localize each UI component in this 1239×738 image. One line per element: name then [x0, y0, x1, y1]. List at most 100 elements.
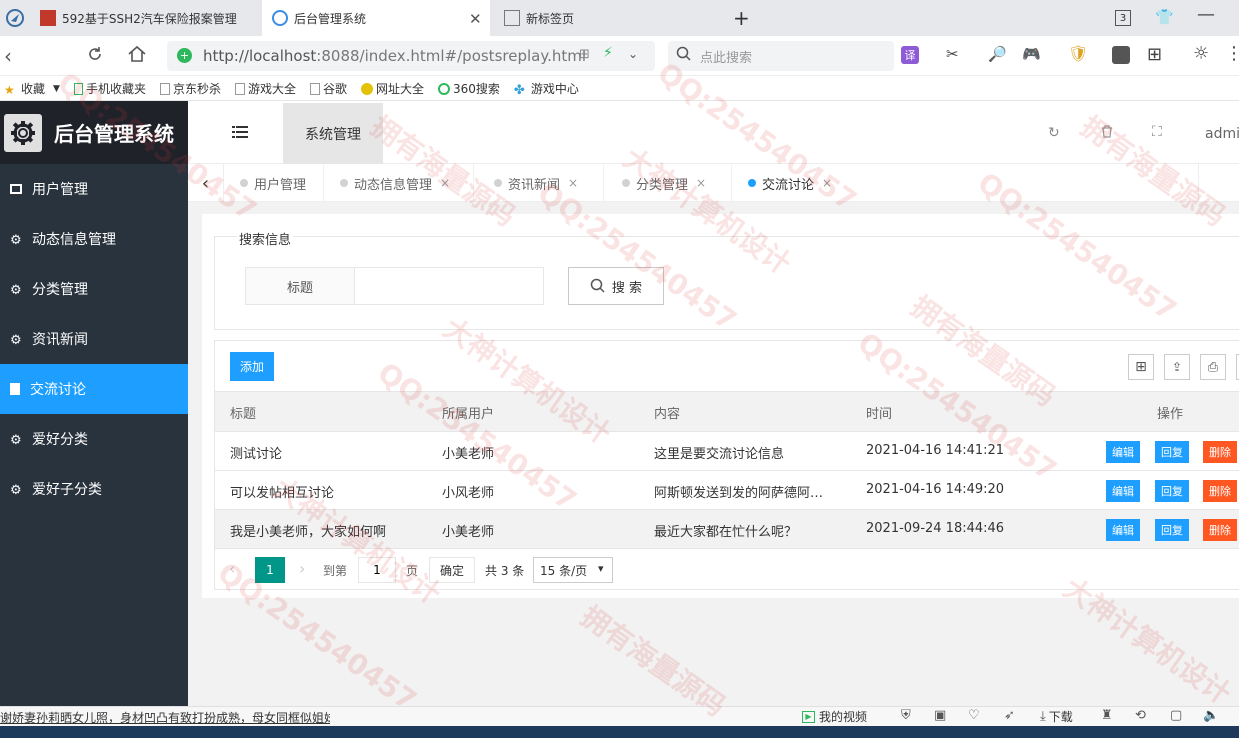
browser-search-box[interactable]: 点此搜索	[668, 41, 894, 71]
magnifier-tool-icon[interactable]: 🔎	[988, 45, 1007, 63]
sidebar-item-users[interactable]: 用户管理	[0, 164, 188, 214]
reply-button[interactable]: 回复	[1155, 519, 1189, 541]
tab-category[interactable]: 分类管理 ×	[606, 164, 732, 202]
delete-button[interactable]: 删除	[1203, 441, 1237, 463]
prev-page-icon[interactable]: ‹	[229, 559, 235, 578]
close-icon[interactable]: ×	[440, 176, 450, 190]
bookmark-favorites[interactable]: ★ 收藏 ▼	[4, 80, 60, 97]
tab-users[interactable]: 用户管理	[224, 164, 324, 202]
tab-discussion[interactable]: 交流讨论 ×	[734, 164, 860, 202]
trash-icon[interactable]	[1101, 125, 1113, 142]
new-tab-icon[interactable]: +	[733, 6, 750, 30]
home-icon[interactable]	[127, 45, 147, 67]
game-icon[interactable]: 🎮	[1022, 45, 1041, 63]
print-icon[interactable]: ⎙	[1200, 354, 1226, 380]
reply-button[interactable]: 回复	[1155, 441, 1189, 463]
rocket-icon[interactable]: ➶	[1004, 708, 1015, 723]
apps-grid-icon[interactable]: ⊞	[1147, 44, 1162, 65]
reload-icon[interactable]	[86, 45, 104, 67]
menu-toggle-icon[interactable]	[232, 126, 248, 142]
brightness-icon[interactable]: ☼	[1193, 43, 1209, 64]
spy-icon[interactable]: ♜	[1101, 708, 1113, 723]
columns-icon[interactable]: ⊞	[1128, 354, 1154, 380]
bookmark-hao[interactable]: 网址大全	[361, 80, 424, 97]
volume-icon[interactable]: 🔈	[1203, 708, 1219, 723]
tab-label: 交流讨论	[762, 177, 815, 193]
url-dropdown-icon[interactable]: ⌄	[628, 47, 638, 61]
cell-time: 2021-04-16 14:41:21	[866, 443, 1005, 458]
site-favicon-icon	[272, 10, 288, 26]
bookmark-mobile[interactable]: 手机收藏夹	[73, 80, 146, 97]
goto-page-input[interactable]	[358, 557, 396, 583]
system-management-menu[interactable]: 系统管理	[283, 103, 383, 164]
more-icon[interactable]: ⋮	[1225, 43, 1239, 64]
export-icon[interactable]: ⇪	[1164, 354, 1190, 380]
edit-button[interactable]: 编辑	[1106, 480, 1140, 502]
fullscreen-icon[interactable]: ⛶	[1152, 124, 1162, 140]
delete-button[interactable]: 删除	[1203, 519, 1237, 541]
search-button[interactable]: 搜 索	[568, 267, 664, 305]
sidebar-item-category[interactable]: ⚙ 分类管理	[0, 264, 188, 314]
sidebar-item-hobby-category[interactable]: ⚙ 爱好分类	[0, 414, 188, 464]
title-search-input[interactable]	[354, 267, 544, 305]
browser-toolbar: ‹ + http://localhost:8088/index.html#/po…	[0, 36, 1239, 76]
tab-dot-icon	[622, 179, 630, 187]
bookmark-360[interactable]: 360搜索	[438, 80, 500, 97]
my-video-button[interactable]: ▶ 我的视频	[802, 708, 867, 725]
add-button[interactable]: 添加	[230, 352, 274, 381]
sidebar-item-hobby-subcategory[interactable]: ⚙ 爱好子分类	[0, 464, 188, 514]
tab-dynamic-info[interactable]: 动态信息管理 ×	[324, 164, 474, 202]
close-icon[interactable]: ×	[568, 176, 578, 190]
close-icon[interactable]: ×	[822, 176, 832, 190]
translate-label: 译	[904, 49, 916, 62]
back-icon[interactable]: ‹	[4, 44, 12, 68]
tabs-scroll-left-icon[interactable]: ‹	[188, 164, 224, 202]
tab-count-badge[interactable]: 3	[1115, 10, 1131, 26]
sidebar-item-discussion[interactable]: 交流讨论	[0, 364, 188, 414]
goto-confirm-button[interactable]: 确定	[429, 557, 475, 583]
tabs-scroll-right[interactable]	[1198, 164, 1239, 202]
image-icon[interactable]: ▣	[934, 708, 946, 723]
pagination: ‹ 1 › 到第 页 确定 共 3 条 15 条/页 ▾	[215, 548, 1239, 590]
heart-icon[interactable]: ♡	[968, 708, 980, 723]
tab-close-icon[interactable]: ✕	[469, 10, 482, 28]
tab-news[interactable]: 资讯新闻 ×	[478, 164, 604, 202]
news-ticker-link[interactable]: 谢娇妻孙莉晒女儿照，身材凹凸有致打扮成熟，母女同框似姐妹	[0, 709, 330, 726]
next-page-icon[interactable]: ›	[299, 559, 305, 578]
user-name[interactable]: admin	[1205, 126, 1239, 142]
scissors-icon[interactable]: ✂	[946, 45, 959, 63]
translate-icon[interactable]: 译	[901, 46, 919, 64]
download-button[interactable]: ⤓ 下载	[1040, 708, 1073, 725]
browser-logo-icon[interactable]	[0, 0, 30, 36]
bookmark-jd[interactable]: 京东秒杀	[159, 80, 221, 97]
table-row: 我是小美老师，大家如何啊 小美老师 最近大家都在忙什么呢？ 2021-09-24…	[215, 509, 1239, 548]
bookmark-game-center[interactable]: ✤ 游戏中心	[514, 80, 579, 98]
edit-button[interactable]: 编辑	[1106, 519, 1140, 541]
browser-tab-admin[interactable]: 后台管理系统 ✕	[262, 0, 490, 36]
shield-status-icon[interactable]: ⛨	[901, 708, 911, 723]
skin-icon[interactable]: 👕	[1155, 8, 1174, 26]
address-bar[interactable]: + http://localhost:8088/index.html#/post…	[167, 41, 655, 71]
page-current[interactable]: 1	[255, 557, 285, 583]
browser-tab-newtab[interactable]: 新标签页	[494, 0, 714, 36]
reply-button[interactable]: 回复	[1155, 480, 1189, 502]
browser-tab-ssh2[interactable]: 592基于SSH2汽车保险报案管理	[30, 0, 260, 36]
edit-button[interactable]: 编辑	[1106, 441, 1140, 463]
delete-button[interactable]: 删除	[1203, 480, 1237, 502]
gears-icon: ⚙	[10, 433, 22, 448]
sidebar-item-news[interactable]: ⚙ 资讯新闻	[0, 314, 188, 364]
page-size-select[interactable]: 15 条/页 ▾	[533, 557, 613, 583]
reader-icon[interactable]	[1112, 46, 1130, 64]
bookmark-games[interactable]: 游戏大全	[234, 80, 296, 97]
refresh-icon[interactable]: ↻	[1048, 125, 1060, 141]
minimize-icon[interactable]: —	[1197, 4, 1215, 25]
bookmark-google[interactable]: 谷歌	[309, 80, 347, 97]
window-mode-icon[interactable]: ▢	[1170, 708, 1182, 723]
speed-icon[interactable]: ⚡	[603, 45, 613, 61]
sidebar-item-dynamic-info[interactable]: ⚙ 动态信息管理	[0, 214, 188, 264]
close-icon[interactable]: ×	[696, 176, 706, 190]
main-content: 搜索信息 标题 搜 索 添加 ⊞ ⇪ ⎙ 标题 所属用户 内容 时间 操作 测试…	[188, 202, 1239, 706]
sync-icon[interactable]: ⟲	[1135, 708, 1146, 723]
shield-icon[interactable]: 🛡	[1068, 44, 1088, 63]
qr-icon[interactable]: ⊞	[579, 47, 590, 62]
